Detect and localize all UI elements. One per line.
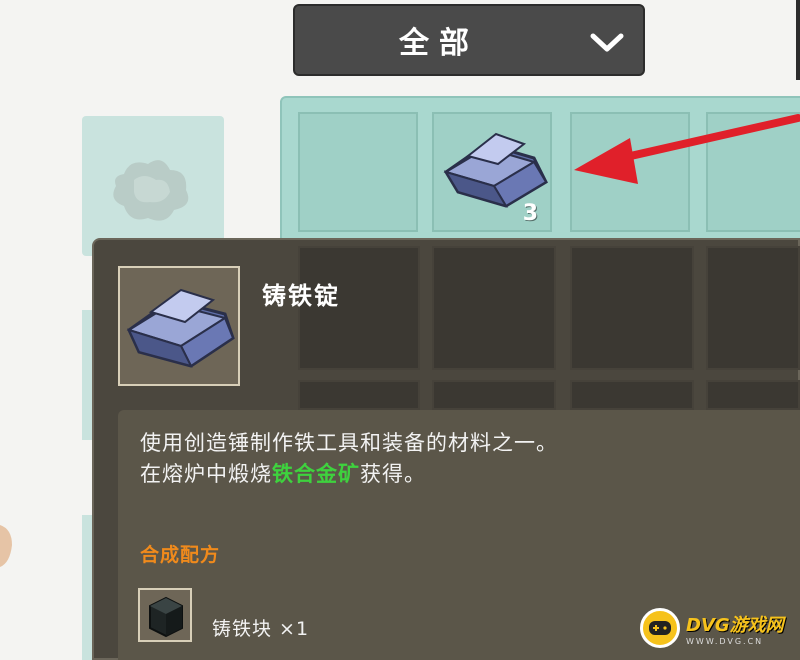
character-partial [0,525,12,567]
inventory-slot-iron-ingot[interactable]: 3 [432,112,552,232]
watermark-subtext: WWW.DVG.CN [686,636,764,646]
recipe-heading: 合成配方 [140,544,221,566]
description-text: 在熔炉中煅烧 [140,462,272,486]
tooltip-description: 使用创造锤制作铁工具和装备的材料之一。 在熔炉中煅烧铁合金矿获得。 [140,428,558,490]
description-line-1: 使用创造锤制作铁工具和装备的材料之一。 [140,431,558,455]
inventory-slot[interactable] [298,112,418,232]
panel-edge [796,0,800,80]
inventory-slot[interactable] [298,380,420,410]
highlighted-material: 铁合金矿 [272,462,360,486]
inventory-slot[interactable] [706,380,800,410]
inventory-slot[interactable] [706,246,800,370]
ore-icon [113,160,189,221]
description-line-2: 在熔炉中煅烧铁合金矿获得。 [140,459,558,490]
tooltip-item-frame [118,266,240,386]
recipe-material-label: 铸铁块 ×1 [212,618,310,640]
watermark-logo: DVG游戏网 WWW.DVG.CN [640,600,798,656]
annotation-arrow [574,114,800,184]
recipe-material-frame [138,588,192,642]
iron-ingot-icon [126,288,235,368]
inventory-slot[interactable] [432,246,556,370]
description-text: 获得。 [360,462,426,486]
category-dropdown-label: 全部 [399,26,479,61]
tooltip-item-name: 铸铁锭 [262,282,340,310]
cast-iron-block-icon [149,596,183,638]
gamepad-icon [640,608,680,648]
inventory-slot[interactable] [432,380,556,410]
inventory-slot[interactable] [570,246,694,370]
category-tab-materials[interactable] [82,116,224,256]
watermark-text: DVG游戏网 [686,614,784,636]
category-dropdown[interactable]: 全部 [293,4,645,76]
inventory-slot[interactable] [570,380,694,410]
chevron-down-icon[interactable] [589,32,625,54]
item-count: 3 [522,201,538,226]
